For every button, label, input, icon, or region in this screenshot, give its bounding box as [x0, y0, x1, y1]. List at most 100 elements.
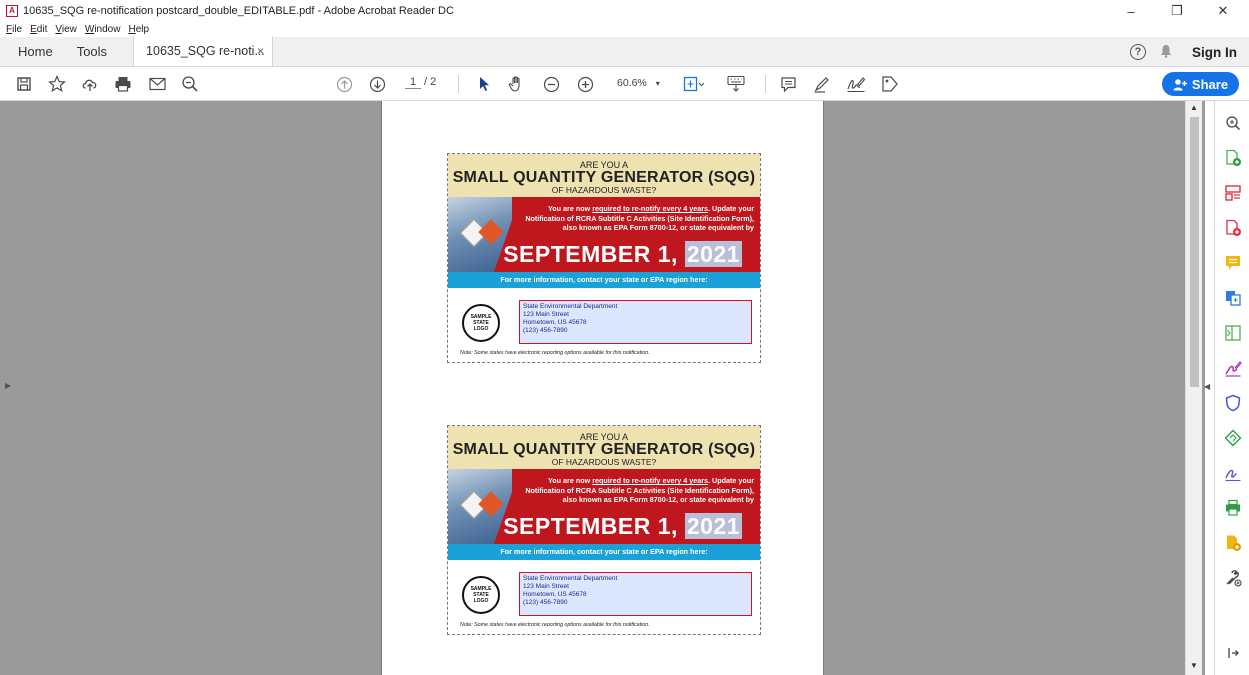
toolbar-divider [458, 75, 459, 93]
fill-sign-icon[interactable] [1223, 358, 1243, 378]
expand-pane-icon[interactable] [1223, 643, 1243, 663]
page-indicator: 1/ 2 [405, 76, 436, 89]
close-window-button[interactable]: ✕ [1200, 0, 1246, 22]
red-banner: You are now required to re-notify every … [448, 469, 760, 544]
zoom-in-icon[interactable] [575, 74, 595, 94]
comment-tool-icon[interactable] [1223, 253, 1243, 273]
email-icon[interactable] [147, 74, 167, 94]
add-user-icon [1173, 78, 1187, 90]
share-button[interactable]: Share [1162, 72, 1239, 96]
header-line-3: OF HAZARDOUS WASTE? [551, 185, 657, 195]
menu-view[interactable]: View [55, 24, 77, 35]
star-icon[interactable] [47, 74, 67, 94]
sample-state-logo[interactable]: SAMPLE STATE LOGO [462, 304, 500, 342]
zoom-search-icon[interactable] [180, 74, 200, 94]
tab-bar: Home Tools 10635_SQG re-noti... × ? Sign… [0, 36, 1249, 67]
comment-icon[interactable] [778, 74, 798, 94]
address-form-field[interactable]: State Environmental Department 123 Main … [519, 572, 752, 616]
combine-files-icon[interactable] [1223, 288, 1243, 308]
restore-button[interactable]: ❐ [1154, 0, 1200, 22]
scroll-up-icon[interactable]: ▲ [1190, 103, 1198, 112]
document-workspace[interactable]: ▶ ARE YOU A SMALL QUANTITY GENERATOR (SQ… [0, 101, 1205, 675]
help-icon[interactable]: ? [1130, 44, 1146, 60]
zoom-value: 60.6% [617, 77, 647, 89]
postcard-header: ARE YOU A SMALL QUANTITY GENERATOR (SQG)… [448, 426, 760, 469]
menu-edit[interactable]: Edit [30, 24, 47, 35]
send-for-review-icon[interactable] [1223, 428, 1243, 448]
share-label: Share [1191, 76, 1229, 92]
editable-year-field[interactable]: 2021 [684, 241, 742, 267]
tag-share-icon[interactable] [879, 74, 901, 94]
minimize-button[interactable]: – [1108, 0, 1154, 22]
header-line-2: SMALL QUANTITY GENERATOR (SQG) [452, 441, 756, 458]
upload-cloud-icon[interactable] [80, 74, 100, 94]
acrobat-icon: A [6, 5, 18, 17]
deadline-date: SEPTEMBER 1, 2021 [503, 513, 742, 539]
save-icon[interactable] [14, 74, 34, 94]
vertical-scrollbar[interactable]: ▲ ▼ [1185, 101, 1202, 675]
bell-icon[interactable] [1160, 44, 1172, 61]
sign-in-button[interactable]: Sign In [1192, 45, 1237, 60]
scrollbar-thumb[interactable] [1190, 117, 1199, 387]
address-form-field[interactable]: State Environmental Department 123 Main … [519, 300, 752, 344]
page-total: / 2 [424, 76, 437, 88]
sign-icon[interactable] [845, 74, 867, 94]
print-production-icon[interactable] [1223, 498, 1243, 518]
tabbar-right: ? Sign In [1130, 37, 1249, 67]
menu-help[interactable]: Help [128, 24, 149, 35]
header-line-3: OF HAZARDOUS WASTE? [551, 457, 657, 467]
edit-pdf-icon[interactable] [1223, 533, 1243, 553]
postcard-2: ARE YOU A SMALL QUANTITY GENERATOR (SQG)… [447, 425, 761, 635]
tab-document-label: 10635_SQG re-noti... [146, 44, 265, 58]
menu-bar: File Edit View Window Help [0, 22, 1249, 36]
collapse-right-pane-icon[interactable]: ◀ [1204, 382, 1210, 391]
keyboard-scroll-icon[interactable] [725, 74, 747, 94]
tab-home[interactable]: Home [0, 36, 63, 66]
tab-document[interactable]: 10635_SQG re-noti... × [133, 36, 274, 66]
left-panel-expand-icon[interactable]: ▶ [5, 381, 11, 390]
right-tools-pane [1214, 101, 1249, 675]
next-page-icon[interactable] [367, 74, 387, 94]
editable-year-field[interactable]: 2021 [684, 513, 742, 539]
scroll-down-icon[interactable]: ▼ [1190, 661, 1198, 670]
window-title: 10635_SQG re-notification postcard_doubl… [23, 5, 454, 17]
info-bar: For more information, contact your state… [448, 272, 760, 288]
footnote: Note: Some states have electronic report… [460, 350, 650, 356]
protect-shield-icon[interactable] [1223, 393, 1243, 413]
title-bar: A 10635_SQG re-notification postcard_dou… [0, 0, 1249, 22]
page-number-input[interactable]: 1 [405, 76, 421, 89]
request-signature-icon[interactable] [1223, 463, 1243, 483]
chevron-down-icon: ▾ [655, 79, 660, 88]
compress-pdf-icon[interactable] [1223, 323, 1243, 343]
highlight-pen-icon[interactable] [812, 74, 832, 94]
hand-tool-icon[interactable] [507, 74, 527, 94]
red-banner: You are now required to re-notify every … [448, 197, 760, 272]
zoom-out-icon[interactable] [541, 74, 561, 94]
create-pdf-icon[interactable] [1223, 148, 1243, 168]
select-cursor-icon[interactable] [474, 74, 494, 94]
export-pdf-icon[interactable] [1223, 218, 1243, 238]
organize-pages-icon[interactable] [1223, 183, 1243, 203]
zoom-search-icon[interactable] [1223, 113, 1243, 133]
fit-page-icon[interactable] [682, 74, 706, 94]
postcard-1: ARE YOU A SMALL QUANTITY GENERATOR (SQG)… [447, 153, 761, 363]
previous-page-icon[interactable] [334, 74, 354, 94]
deadline-date: SEPTEMBER 1, 2021 [503, 241, 742, 267]
header-line-2: SMALL QUANTITY GENERATOR (SQG) [452, 169, 756, 186]
more-tools-icon[interactable] [1223, 568, 1243, 588]
print-icon[interactable] [113, 74, 133, 94]
banner-text: You are now required to re-notify every … [525, 476, 754, 504]
tab-tools[interactable]: Tools [63, 36, 117, 66]
zoom-dropdown[interactable]: 60.6% ▾ [617, 77, 660, 89]
banner-text: You are now required to re-notify every … [525, 204, 754, 232]
info-bar: For more information, contact your state… [448, 544, 760, 560]
pdf-page[interactable]: ARE YOU A SMALL QUANTITY GENERATOR (SQG)… [381, 101, 824, 675]
menu-file[interactable]: File [6, 24, 22, 35]
footnote: Note: Some states have electronic report… [460, 622, 650, 628]
tab-close-icon[interactable]: × [257, 44, 264, 58]
toolbar: 1/ 2 60.6% ▾ Share [0, 67, 1249, 101]
toolbar-divider [765, 75, 766, 93]
postcard-header: ARE YOU A SMALL QUANTITY GENERATOR (SQG)… [448, 154, 760, 197]
menu-window[interactable]: Window [85, 24, 121, 35]
sample-state-logo[interactable]: SAMPLE STATE LOGO [462, 576, 500, 614]
